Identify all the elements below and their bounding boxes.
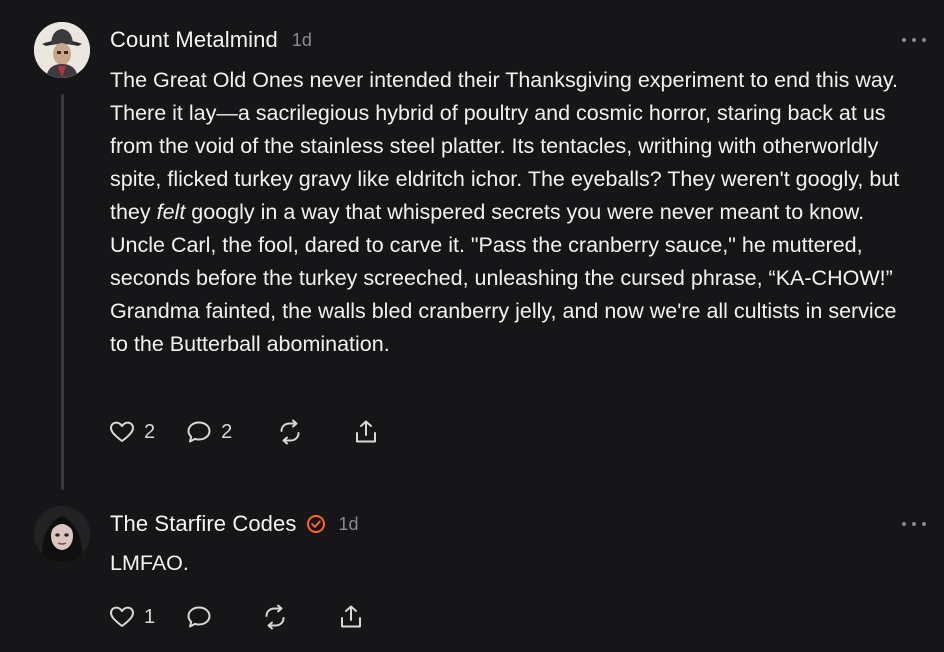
timestamp[interactable]: 1d	[292, 30, 312, 51]
more-icon	[902, 38, 906, 42]
comment-header: The Starfire Codes 1d	[110, 511, 358, 537]
timestamp[interactable]: 1d	[338, 514, 358, 535]
restack-icon	[265, 604, 285, 630]
comment-header: Count Metalmind 1d	[110, 27, 312, 53]
reply-button[interactable]	[185, 603, 213, 631]
more-options-button[interactable]	[902, 33, 926, 47]
avatar[interactable]	[34, 506, 90, 562]
comment-actions: 1	[108, 603, 365, 631]
like-button[interactable]: 2	[108, 418, 155, 446]
reply-button[interactable]: 2	[185, 418, 232, 446]
avatar[interactable]	[34, 22, 90, 78]
avatar-image	[34, 22, 90, 78]
more-icon	[902, 522, 906, 526]
like-count: 1	[144, 605, 156, 628]
author-name[interactable]: Count Metalmind	[110, 27, 278, 53]
heart-icon	[110, 421, 134, 442]
comment-starfire-codes: The Starfire Codes 1d LMFAO. 1	[0, 490, 944, 652]
restack-button[interactable]	[276, 418, 304, 446]
comment-count-metalmind: Count Metalmind 1d The Great Old Ones ne…	[0, 0, 944, 490]
restack-icon	[280, 419, 300, 445]
avatar-image	[34, 506, 90, 562]
comment-icon	[187, 606, 211, 628]
reply-count: 2	[221, 420, 233, 443]
share-button[interactable]	[337, 603, 365, 631]
like-button[interactable]: 1	[108, 603, 155, 631]
comment-body: LMFAO.	[110, 551, 189, 575]
thread-line	[61, 94, 64, 490]
emphasis-text: felt	[156, 200, 186, 224]
share-icon	[356, 420, 377, 443]
verified-icon	[306, 514, 326, 534]
comment-actions: 2 2	[108, 418, 380, 446]
heart-icon	[110, 606, 134, 627]
comment-icon	[187, 421, 211, 443]
restack-button[interactable]	[261, 603, 289, 631]
more-options-button[interactable]	[902, 517, 926, 531]
like-count: 2	[144, 420, 156, 443]
share-button[interactable]	[352, 418, 380, 446]
comment-body: The Great Old Ones never intended their …	[110, 68, 900, 356]
share-icon	[341, 605, 362, 628]
author-name[interactable]: The Starfire Codes	[110, 511, 296, 537]
